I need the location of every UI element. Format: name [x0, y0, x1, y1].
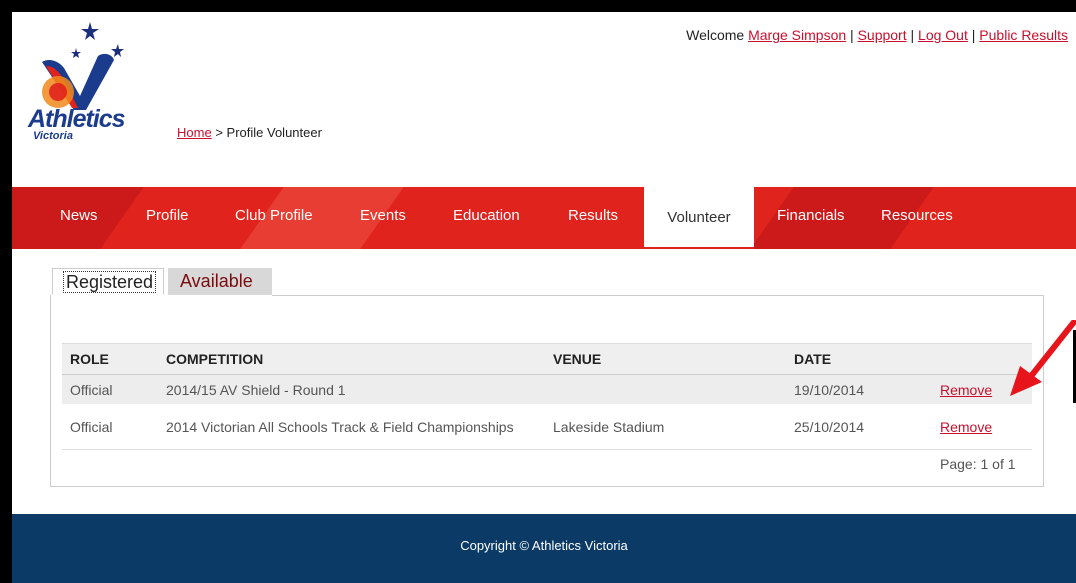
remove-link[interactable]: Remove: [940, 419, 992, 435]
cell-action: Remove: [932, 404, 1032, 450]
cell-competition: 2014 Victorian All Schools Track & Field…: [158, 404, 545, 450]
welcome-text: Welcome: [686, 27, 745, 43]
cell-role: Official: [62, 374, 158, 404]
nav-item-volunteer[interactable]: Volunteer: [644, 187, 754, 249]
nav-item-results[interactable]: Results: [568, 207, 618, 224]
cell-venue: [545, 374, 786, 404]
column-header-date[interactable]: DATE: [786, 343, 932, 375]
logout-link[interactable]: Log Out: [918, 27, 968, 43]
remove-link[interactable]: Remove: [940, 382, 992, 398]
nav-item-resources[interactable]: Resources: [881, 207, 953, 224]
support-link[interactable]: Support: [858, 27, 907, 43]
cell-role: Official: [62, 404, 158, 450]
nav-item-profile[interactable]: Profile: [146, 207, 189, 224]
column-header-venue[interactable]: VENUE: [545, 343, 786, 375]
copyright-text: Copyright © Athletics Victoria: [460, 538, 628, 553]
separator: |: [971, 27, 976, 43]
breadcrumb-home-link[interactable]: Home: [177, 125, 212, 140]
user-nav: Welcome Marge Simpson | Support | Log Ou…: [686, 27, 1068, 43]
tab-available[interactable]: Available: [168, 268, 272, 295]
tab-registered[interactable]: Registered: [52, 268, 164, 295]
cell-competition: 2014/15 AV Shield - Round 1: [158, 374, 545, 404]
logo-mark-icon: [42, 22, 124, 110]
pager-text: Page: 1 of 1: [940, 456, 1016, 472]
breadcrumb-separator: >: [215, 125, 223, 140]
breadcrumb: Home > Profile Volunteer: [177, 125, 322, 140]
logo-wordmark: Athletics: [28, 105, 126, 133]
user-profile-link[interactable]: Marge Simpson: [748, 27, 846, 43]
table-header-row: ROLE COMPETITION VENUE DATE: [62, 343, 1032, 375]
logo-subtitle: Victoria: [33, 130, 73, 142]
tab-registered-label: Registered: [63, 271, 157, 293]
column-header-competition[interactable]: COMPETITION: [158, 343, 545, 375]
nav-item-events[interactable]: Events: [360, 207, 406, 224]
nav-item-news[interactable]: News: [60, 207, 98, 224]
annotation-arrow-icon: [1010, 320, 1076, 396]
nav-item-club-profile[interactable]: Club Profile: [235, 207, 313, 224]
cell-date: 25/10/2014: [786, 404, 932, 450]
cell-date: 19/10/2014: [786, 374, 932, 404]
public-results-link[interactable]: Public Results: [979, 27, 1068, 43]
athletics-victoria-logo[interactable]: Athletics Victoria: [28, 22, 133, 152]
table-row: Official 2014/15 AV Shield - Round 1 19/…: [62, 374, 1032, 404]
table-row: Official 2014 Victorian All Schools Trac…: [62, 404, 1032, 450]
main-nav: News Profile Club Profile Events Educati…: [12, 187, 1076, 249]
separator: |: [910, 27, 915, 43]
nav-item-education[interactable]: Education: [453, 207, 520, 224]
breadcrumb-current: Profile Volunteer: [226, 125, 322, 140]
separator: |: [850, 27, 854, 43]
nav-item-financials[interactable]: Financials: [777, 207, 845, 224]
column-header-role[interactable]: ROLE: [62, 343, 158, 375]
footer: Copyright © Athletics Victoria: [12, 514, 1076, 583]
volunteer-table: ROLE COMPETITION VENUE DATE Official 201…: [62, 343, 1032, 450]
cell-venue: Lakeside Stadium: [545, 404, 786, 450]
